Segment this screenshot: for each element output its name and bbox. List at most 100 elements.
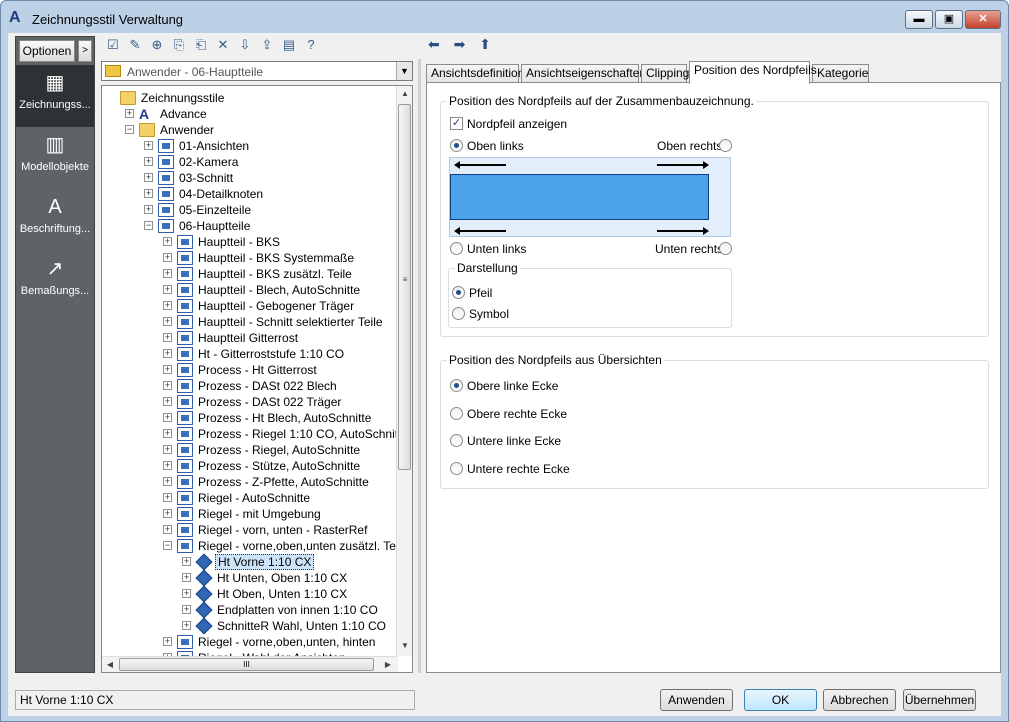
expand-icon[interactable]: + (144, 189, 153, 198)
path-combo[interactable]: Anwender - 06-Hauptteile ▼ (101, 61, 413, 81)
tree-item[interactable]: + A Advance (102, 106, 398, 122)
tree-item[interactable]: + Riegel - vorn, unten - RasterRef (102, 522, 398, 538)
expand-icon[interactable]: + (144, 157, 153, 166)
overview-top-right-radio[interactable] (450, 407, 463, 420)
expand-icon[interactable]: + (182, 621, 191, 630)
tree-item[interactable]: + Prozess - Ht Blech, AutoSchnitte (102, 410, 398, 426)
expand-icon[interactable]: + (163, 253, 172, 262)
tree-item[interactable]: + Riegel - AutoSchnitte (102, 490, 398, 506)
tree-leaf-item[interactable]: + SchnitteR Wahl, Unten 1:10 CO (102, 617, 398, 635)
pane-splitter[interactable] (418, 59, 421, 673)
tree-item[interactable]: − Anwender (102, 122, 398, 138)
back-arrow-icon[interactable]: ⬅ (428, 36, 440, 52)
tree-item[interactable]: + Hauptteil Gitterrost (102, 330, 398, 346)
expand-icon[interactable]: + (163, 317, 172, 326)
expand-icon[interactable]: + (163, 445, 172, 454)
scroll-left-arrow[interactable]: ◀ (102, 657, 118, 672)
tree-item[interactable]: + Hauptteil - Gebogener Träger (102, 298, 398, 314)
close-button[interactable]: ✕ (965, 10, 1001, 29)
expand-icon[interactable]: + (182, 573, 191, 582)
tree-item[interactable]: + Prozess - Riegel 1:10 CO, AutoSchnitte (102, 426, 398, 442)
expand-icon[interactable]: + (163, 525, 172, 534)
expand-icon[interactable]: + (182, 589, 191, 598)
tree-item[interactable]: +02-Kamera (102, 154, 398, 170)
tree-item[interactable]: +03-Schnitt (102, 170, 398, 186)
sidebar-item-dimension[interactable]: ↗ Bemaßungs... (16, 251, 94, 313)
import-icon[interactable]: ⇩ (235, 36, 255, 54)
tree-item[interactable]: + Hauptteil - Schnitt selektierter Teile (102, 314, 398, 330)
tree-item[interactable]: + Process - Ht Gitterrost (102, 362, 398, 378)
tree-item[interactable]: +04-Detailknoten (102, 186, 398, 202)
tree-hscrollbar[interactable]: ◀ III ▶ (102, 656, 398, 672)
expand-icon[interactable]: + (163, 285, 172, 294)
tree-item[interactable]: + Hauptteil - BKS Systemmaße (102, 250, 398, 266)
minimize-button[interactable]: ▬ (905, 10, 933, 29)
delete-icon[interactable]: ✕ (213, 36, 233, 54)
expand-icon[interactable]: + (163, 365, 172, 374)
tree-item[interactable]: +05-Einzelteile (102, 202, 398, 218)
tree-item[interactable]: + Prozess - DASt 022 Träger (102, 394, 398, 410)
top-left-radio[interactable] (450, 139, 463, 152)
expand-icon[interactable]: + (163, 477, 172, 486)
expand-icon[interactable]: + (144, 205, 153, 214)
bottom-right-radio[interactable] (719, 242, 732, 255)
overview-bottom-right-radio[interactable] (450, 462, 463, 475)
expand-icon[interactable]: + (163, 381, 172, 390)
expand-icon[interactable]: + (163, 461, 172, 470)
expand-icon[interactable]: + (163, 493, 172, 502)
tree-item[interactable]: +01-Ansichten (102, 138, 398, 154)
export-icon[interactable]: ⇪ (257, 36, 277, 54)
expand-icon[interactable]: + (163, 397, 172, 406)
tab-ansichtseigenschaften[interactable]: Ansichtseigenschaften (521, 64, 646, 83)
style-tree[interactable]: Zeichnungsstile + A Advance − Anwender +01-Ans… (101, 85, 413, 673)
top-right-radio[interactable] (719, 139, 732, 152)
overview-top-left-radio[interactable] (450, 379, 463, 392)
ok-button[interactable]: OK (744, 689, 817, 711)
tab-kategorie[interactable]: Kategorie (812, 64, 869, 83)
check-icon[interactable]: ☑ (103, 36, 123, 54)
tree-leaf-item[interactable]: + Ht Unten, Oben 1:10 CX (102, 569, 398, 587)
tree-item[interactable]: + Riegel - mit Umgebung (102, 506, 398, 522)
expand-icon[interactable]: + (144, 141, 153, 150)
expand-icon[interactable]: + (163, 301, 172, 310)
expand-icon[interactable]: + (163, 269, 172, 278)
copy-icon[interactable]: ⎘ (169, 36, 189, 54)
tree-leaf-item[interactable]: + Ht Oben, Unten 1:10 CX (102, 585, 398, 603)
expand-icon[interactable]: + (163, 429, 172, 438)
sidebar-item-model-objects[interactable]: ▥ Modellobjekte (16, 127, 94, 189)
tree-item[interactable]: + Prozess - Stütze, AutoSchnitte (102, 458, 398, 474)
hscroll-thumb[interactable]: III (119, 658, 374, 671)
accept-button[interactable]: Übernehmen (903, 689, 976, 711)
title-bar[interactable]: A Zeichnungsstil Verwaltung ▬ ▣ ✕ (1, 1, 1008, 35)
tab-clipping[interactable]: Clipping (641, 64, 689, 83)
tree-item[interactable]: + Hauptteil - Blech, AutoSchnitte (102, 282, 398, 298)
tree-item[interactable]: − 06-Hauptteile (102, 218, 398, 234)
bottom-left-radio[interactable] (450, 242, 463, 255)
tree-item[interactable]: + Prozess - Riegel, AutoSchnitte (102, 442, 398, 458)
tree-item[interactable]: + Hauptteil - BKS zusätzl. Teile (102, 266, 398, 282)
help-icon[interactable]: ? (301, 36, 321, 54)
expand-icon[interactable]: + (163, 237, 172, 246)
collapse-icon[interactable]: − (163, 541, 172, 550)
forward-arrow-icon[interactable]: ➡ (454, 36, 466, 52)
options-expand-button[interactable]: > (78, 40, 92, 62)
expand-icon[interactable]: + (182, 605, 191, 614)
expand-icon[interactable]: + (163, 413, 172, 422)
sidebar-item-drawing-styles[interactable]: ▦ Zeichnungss... (16, 65, 94, 127)
cancel-button[interactable]: Abbrechen (823, 689, 896, 711)
scroll-right-arrow[interactable]: ▶ (380, 657, 396, 672)
expand-icon[interactable]: + (163, 509, 172, 518)
display-arrow-radio[interactable] (452, 286, 465, 299)
scroll-down-arrow[interactable]: ▼ (397, 638, 412, 654)
tree-item[interactable]: + Hauptteil - BKS (102, 234, 398, 250)
tree-item[interactable]: − Riegel - vorne,oben,unten zusätzl. Teil… (102, 538, 398, 554)
tree-item[interactable]: + Ht - Gitterroststufe 1:10 CO (102, 346, 398, 362)
tree-item[interactable]: + Riegel - vorne,oben,unten, hinten (102, 634, 398, 650)
tree-item[interactable]: + Prozess - DASt 022 Blech (102, 378, 398, 394)
tab-position-nordpfeil[interactable]: Position des Nordpfeils (689, 61, 817, 84)
tab-ansichtsdefinition[interactable]: Ansichtsdefinition (426, 64, 524, 83)
expand-icon[interactable]: + (163, 349, 172, 358)
paste-icon[interactable]: ⎗ (191, 36, 211, 54)
tree-leaf-item[interactable]: + Ht Vorne 1:10 CX (102, 553, 398, 571)
tree-vscrollbar[interactable]: ▲ ≡ ▼ (396, 86, 412, 656)
